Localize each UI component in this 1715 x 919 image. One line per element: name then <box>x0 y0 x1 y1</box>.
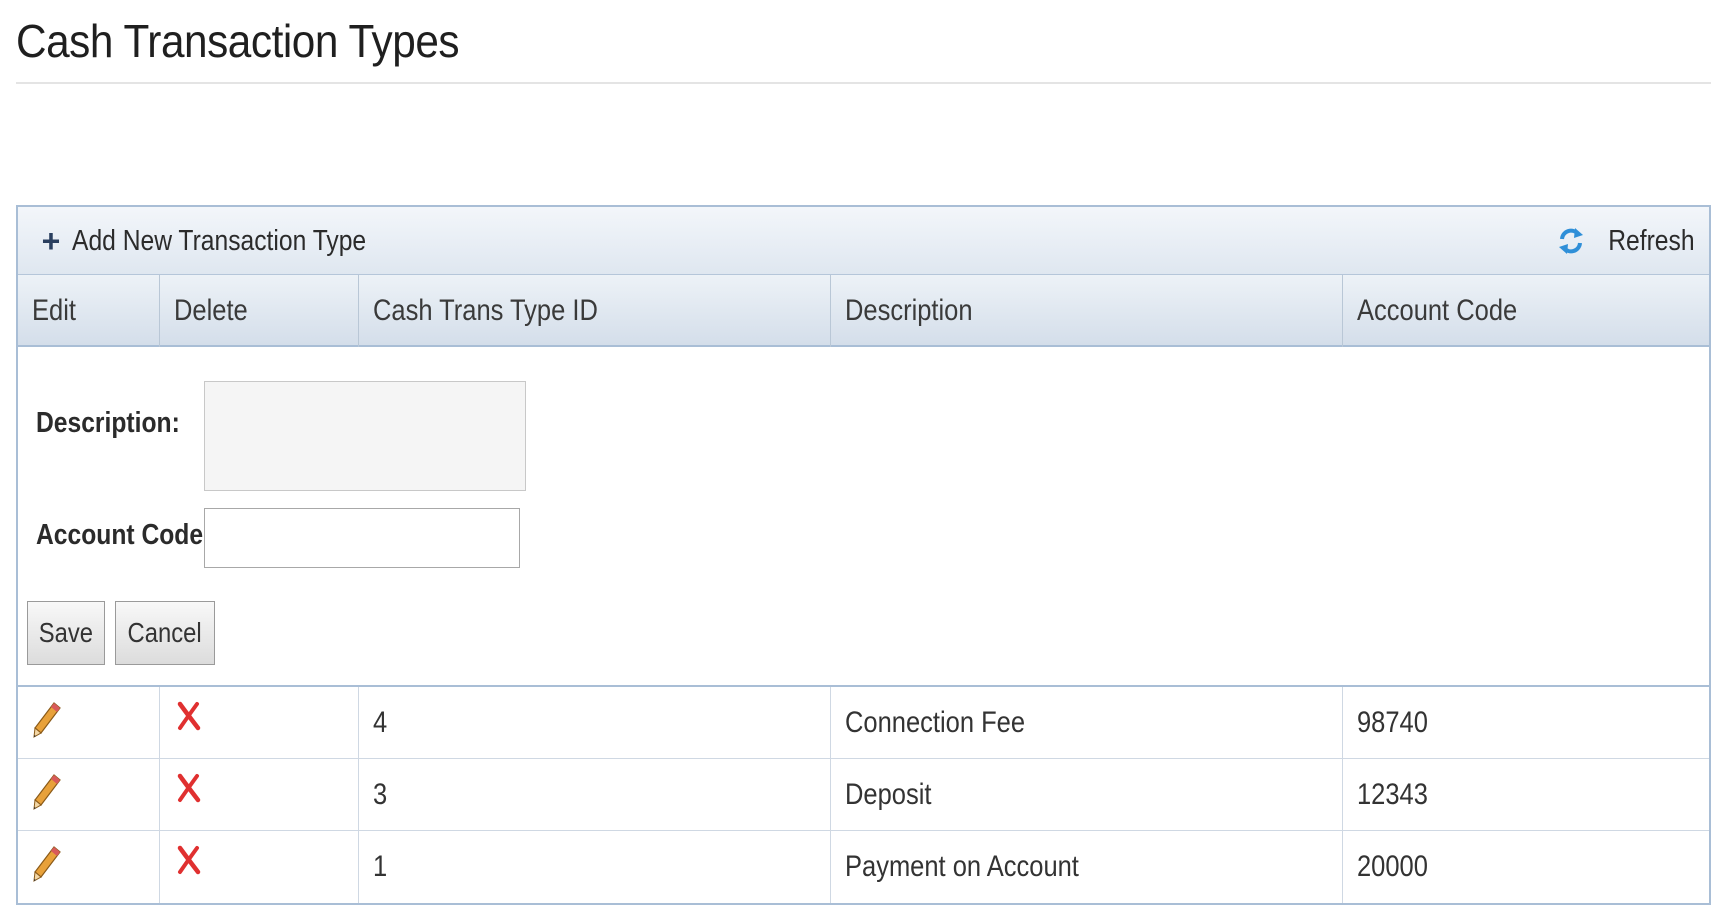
pencil-icon[interactable] <box>32 773 62 813</box>
description-value: Payment on Account <box>845 850 1079 883</box>
refresh-icon <box>1559 228 1584 254</box>
grid-body: 4 Connection Fee 98740 3 Deposit 12343 1… <box>18 687 1709 903</box>
column-header-edit-label: Edit <box>32 294 76 327</box>
grid-toolbar: + Add New Transaction Type Refresh <box>18 207 1709 275</box>
description-value: Deposit <box>845 778 932 811</box>
edit-cell <box>18 759 160 831</box>
account-code-value: 98740 <box>1357 706 1428 739</box>
cash-trans-type-id: 3 <box>373 778 388 811</box>
delete-cell <box>160 831 359 903</box>
page-title: Cash Transaction Types <box>16 15 460 67</box>
page: Cash Transaction Types + Add New Transac… <box>0 0 1715 919</box>
column-header-description-label: Description <box>845 294 973 327</box>
account-code-cell: 20000 <box>1343 831 1709 903</box>
account-code-cell: 98740 <box>1343 687 1709 759</box>
column-header-delete-label: Delete <box>174 294 248 327</box>
delete-x-icon[interactable] <box>176 701 202 731</box>
description-label: Description: <box>36 407 180 439</box>
description-cell: Connection Fee <box>831 687 1343 759</box>
column-header-edit[interactable]: Edit <box>18 275 160 347</box>
column-header-description[interactable]: Description <box>831 275 1343 347</box>
plus-icon: + <box>41 223 61 259</box>
account-code-value: 12343 <box>1357 778 1428 811</box>
column-header-id-label: Cash Trans Type ID <box>373 294 598 327</box>
description-field[interactable] <box>204 381 526 491</box>
cash-trans-type-id: 4 <box>373 706 388 739</box>
cancel-button-label: Cancel <box>127 617 203 648</box>
table-row: 3 Deposit 12343 <box>18 759 1709 831</box>
cash-trans-type-id: 1 <box>373 850 388 883</box>
add-new-transaction-type-button[interactable]: + Add New Transaction Type <box>38 221 418 261</box>
add-new-label: Add New Transaction Type <box>72 224 367 257</box>
delete-x-icon[interactable] <box>176 845 202 875</box>
description-cell: Payment on Account <box>831 831 1343 903</box>
cash-trans-type-id-cell: 4 <box>359 687 831 759</box>
pencil-icon[interactable] <box>32 845 62 885</box>
title-divider <box>16 82 1711 84</box>
account-code-value: 20000 <box>1357 850 1428 883</box>
column-header-cash-trans-type-id[interactable]: Cash Trans Type ID <box>359 275 831 347</box>
account-code-label: Account Code: <box>36 519 212 551</box>
insert-form: Description: Account Code: Save Cancel <box>18 347 1709 687</box>
edit-cell <box>18 687 160 759</box>
column-header-row: Edit Delete Cash Trans Type ID Descripti… <box>18 275 1709 347</box>
delete-cell <box>160 759 359 831</box>
refresh-label: Refresh <box>1608 224 1695 257</box>
pencil-icon[interactable] <box>32 701 62 741</box>
cancel-button[interactable]: Cancel <box>115 601 215 665</box>
delete-x-icon[interactable] <box>176 773 202 803</box>
refresh-button[interactable]: Refresh <box>1557 221 1695 261</box>
description-value: Connection Fee <box>845 706 1026 739</box>
column-header-account-code[interactable]: Account Code <box>1343 275 1709 347</box>
description-cell: Deposit <box>831 759 1343 831</box>
save-button[interactable]: Save <box>27 601 105 665</box>
transaction-types-grid: + Add New Transaction Type Refresh Edit … <box>16 205 1711 905</box>
column-header-delete[interactable]: Delete <box>160 275 359 347</box>
cash-trans-type-id-cell: 3 <box>359 759 831 831</box>
cash-trans-type-id-cell: 1 <box>359 831 831 903</box>
column-header-account-code-label: Account Code <box>1357 294 1518 327</box>
table-row: 4 Connection Fee 98740 <box>18 687 1709 759</box>
table-row: 1 Payment on Account 20000 <box>18 831 1709 903</box>
delete-cell <box>160 687 359 759</box>
save-button-label: Save <box>38 617 94 648</box>
edit-cell <box>18 831 160 903</box>
account-code-cell: 12343 <box>1343 759 1709 831</box>
account-code-field[interactable] <box>204 508 520 568</box>
